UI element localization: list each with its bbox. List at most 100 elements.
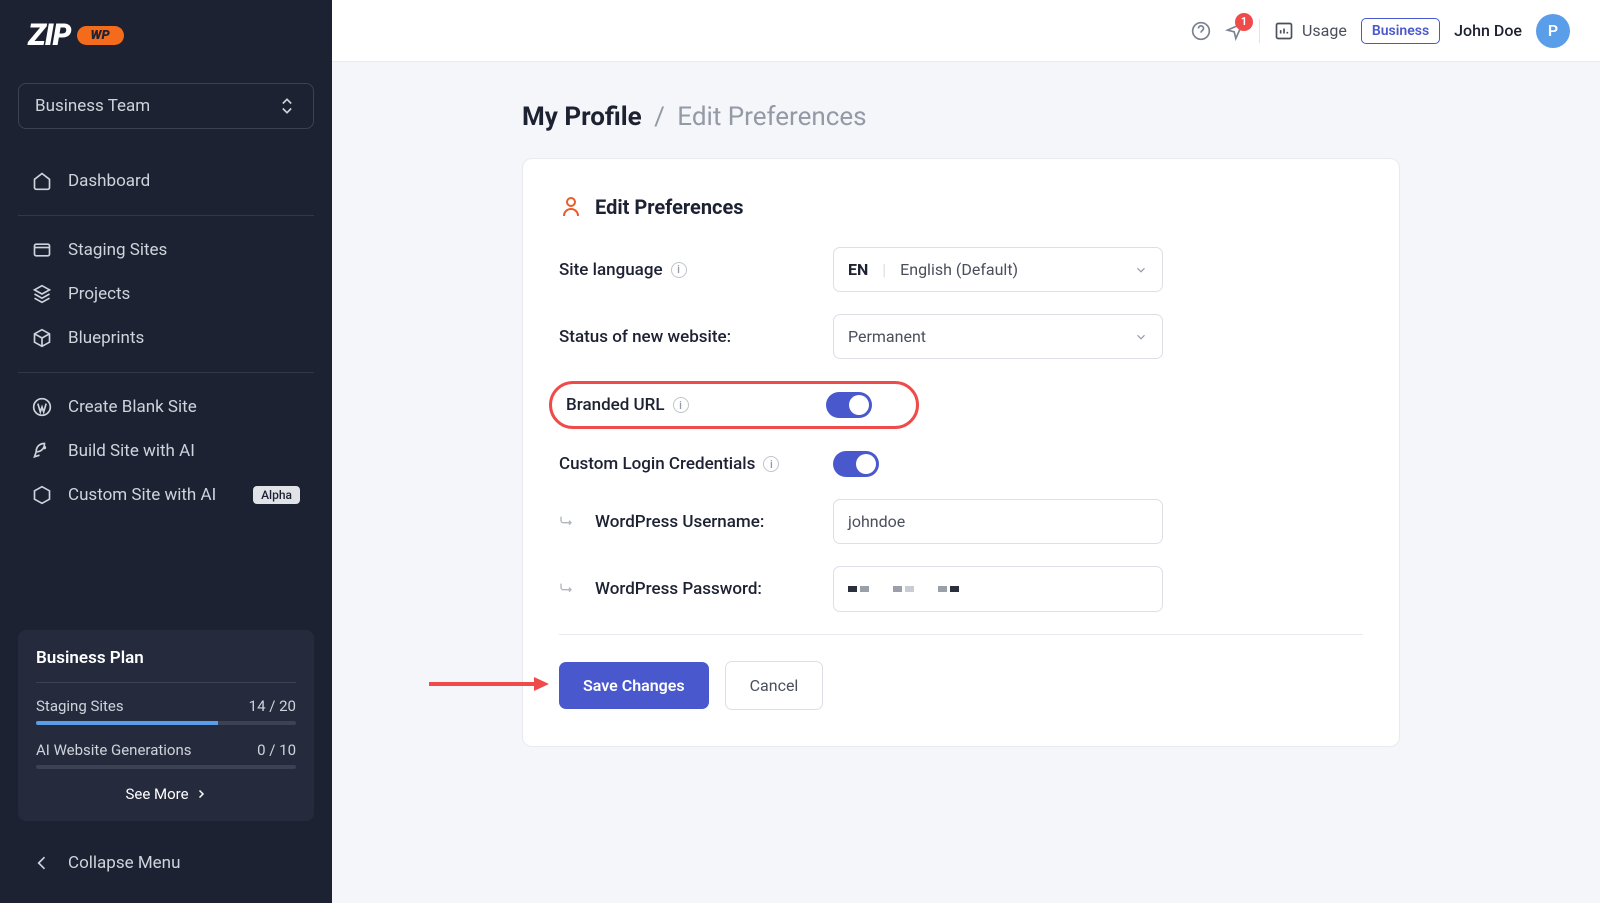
- arrow-annotation: [429, 674, 549, 698]
- chevron-up-down-icon: [277, 96, 297, 116]
- card-title: Edit Preferences: [595, 195, 744, 219]
- sidebar-item-label: Build Site with AI: [68, 441, 195, 461]
- wp-username-input[interactable]: johndoe: [833, 499, 1163, 544]
- main: 1 Usage Business John Doe P My Profile /…: [332, 0, 1600, 903]
- header-divider: [1259, 19, 1260, 43]
- breadcrumb-sub: Edit Preferences: [677, 102, 866, 132]
- info-icon[interactable]: i: [763, 456, 779, 472]
- chevron-right-icon: [195, 788, 207, 800]
- rocket-icon: [32, 441, 52, 461]
- branded-url-toggle[interactable]: [826, 392, 872, 418]
- site-language-select[interactable]: EN | English (Default): [833, 247, 1163, 292]
- custom-login-row: Custom Login Credentials i: [559, 451, 1363, 477]
- chevron-down-icon: [1134, 263, 1148, 277]
- branded-url-row: Branded URL i: [559, 381, 1363, 429]
- wp-password-input[interactable]: [833, 566, 1163, 612]
- actions: Save Changes Cancel: [559, 661, 1363, 710]
- status-label: Status of new website:: [559, 327, 731, 347]
- plan-box: Business Plan Staging Sites 14 / 20 AI W…: [18, 630, 314, 821]
- status-value: Permanent: [848, 327, 926, 346]
- wp-password-label: WordPress Password:: [595, 579, 762, 599]
- layers-icon: [32, 284, 52, 304]
- window-icon: [32, 240, 52, 260]
- sidebar-item-staging[interactable]: Staging Sites: [18, 228, 314, 272]
- breadcrumb: My Profile / Edit Preferences: [522, 102, 1540, 132]
- info-icon[interactable]: i: [673, 397, 689, 413]
- site-language-label: Site language: [559, 260, 663, 280]
- highlight-annotation: Branded URL i: [549, 381, 919, 429]
- sidebar-item-label: Custom Site with AI: [68, 485, 216, 505]
- sidebar-item-dashboard[interactable]: Dashboard: [18, 159, 314, 203]
- plan-staging-value: 14 / 20: [249, 697, 296, 715]
- header: 1 Usage Business John Doe P: [332, 0, 1600, 62]
- team-selector[interactable]: Business Team: [18, 83, 314, 129]
- branded-url-label: Branded URL: [566, 395, 665, 415]
- box-icon: [32, 485, 52, 505]
- sidebar: ZIP WP Business Team Dashboard Staging S…: [0, 0, 332, 903]
- avatar[interactable]: P: [1536, 14, 1570, 48]
- notification-icon[interactable]: 1: [1225, 21, 1245, 41]
- user-icon: [559, 195, 583, 219]
- nav-divider: [18, 372, 314, 373]
- wordpress-icon: [32, 397, 52, 417]
- sidebar-item-build-ai[interactable]: Build Site with AI: [18, 429, 314, 473]
- plan-title: Business Plan: [36, 648, 296, 668]
- lang-code: EN: [848, 260, 868, 279]
- status-select[interactable]: Permanent: [833, 314, 1163, 359]
- content: My Profile / Edit Preferences Edit Prefe…: [332, 62, 1600, 787]
- save-button[interactable]: Save Changes: [559, 662, 709, 709]
- sidebar-item-label: Create Blank Site: [68, 397, 197, 417]
- cube-icon: [32, 328, 52, 348]
- card-header: Edit Preferences: [559, 195, 1363, 219]
- collapse-label: Collapse Menu: [68, 853, 180, 873]
- sub-arrow-icon: [559, 514, 575, 530]
- plan-ai-value: 0 / 10: [257, 741, 296, 759]
- collapse-menu[interactable]: Collapse Menu: [18, 841, 314, 885]
- sidebar-item-custom-ai[interactable]: Custom Site with AI Alpha: [18, 473, 314, 517]
- info-icon[interactable]: i: [671, 262, 687, 278]
- lang-value: English (Default): [900, 260, 1018, 279]
- home-icon: [32, 171, 52, 191]
- logo-text: ZIP: [28, 18, 71, 53]
- custom-login-label: Custom Login Credentials: [559, 454, 755, 474]
- sidebar-item-label: Staging Sites: [68, 240, 167, 260]
- sidebar-item-label: Blueprints: [68, 328, 144, 348]
- see-more-link[interactable]: See More: [36, 785, 296, 803]
- wp-username-label: WordPress Username:: [595, 512, 764, 532]
- status-row: Status of new website: Permanent: [559, 314, 1363, 359]
- plan-ai-label: AI Website Generations: [36, 741, 192, 759]
- site-language-row: Site language i EN | English (Default): [559, 247, 1363, 292]
- plan-divider: [36, 682, 296, 683]
- cancel-button[interactable]: Cancel: [725, 661, 824, 710]
- sidebar-item-create-blank[interactable]: Create Blank Site: [18, 385, 314, 429]
- chevron-down-icon: [1134, 330, 1148, 344]
- chevron-left-icon: [32, 853, 52, 873]
- nav-divider: [18, 215, 314, 216]
- breadcrumb-separator: /: [654, 102, 665, 132]
- help-icon[interactable]: [1191, 21, 1211, 41]
- usage-label: Usage: [1302, 21, 1347, 40]
- usage-link[interactable]: Usage: [1274, 21, 1347, 41]
- team-selector-label: Business Team: [35, 96, 150, 116]
- sidebar-item-label: Dashboard: [68, 171, 150, 191]
- chart-icon: [1274, 21, 1294, 41]
- see-more-label: See More: [125, 785, 188, 803]
- logo[interactable]: ZIP WP: [18, 18, 314, 53]
- custom-login-toggle[interactable]: [833, 451, 879, 477]
- wp-username-row: WordPress Username: johndoe: [559, 499, 1363, 544]
- user-name: John Doe: [1454, 21, 1522, 40]
- breadcrumb-main: My Profile: [522, 102, 642, 132]
- business-badge[interactable]: Business: [1361, 18, 1440, 44]
- sidebar-item-projects[interactable]: Projects: [18, 272, 314, 316]
- wp-password-row: WordPress Password:: [559, 566, 1363, 612]
- plan-staging-bar: [36, 721, 296, 725]
- card-divider: [559, 634, 1363, 635]
- preferences-card: Edit Preferences Site language i EN | En…: [522, 158, 1400, 747]
- alpha-badge: Alpha: [253, 486, 300, 504]
- plan-ai-bar: [36, 765, 296, 769]
- sub-arrow-icon: [559, 581, 575, 597]
- notification-badge: 1: [1235, 13, 1253, 31]
- logo-badge: WP: [77, 26, 124, 45]
- plan-staging-label: Staging Sites: [36, 697, 124, 715]
- sidebar-item-blueprints[interactable]: Blueprints: [18, 316, 314, 360]
